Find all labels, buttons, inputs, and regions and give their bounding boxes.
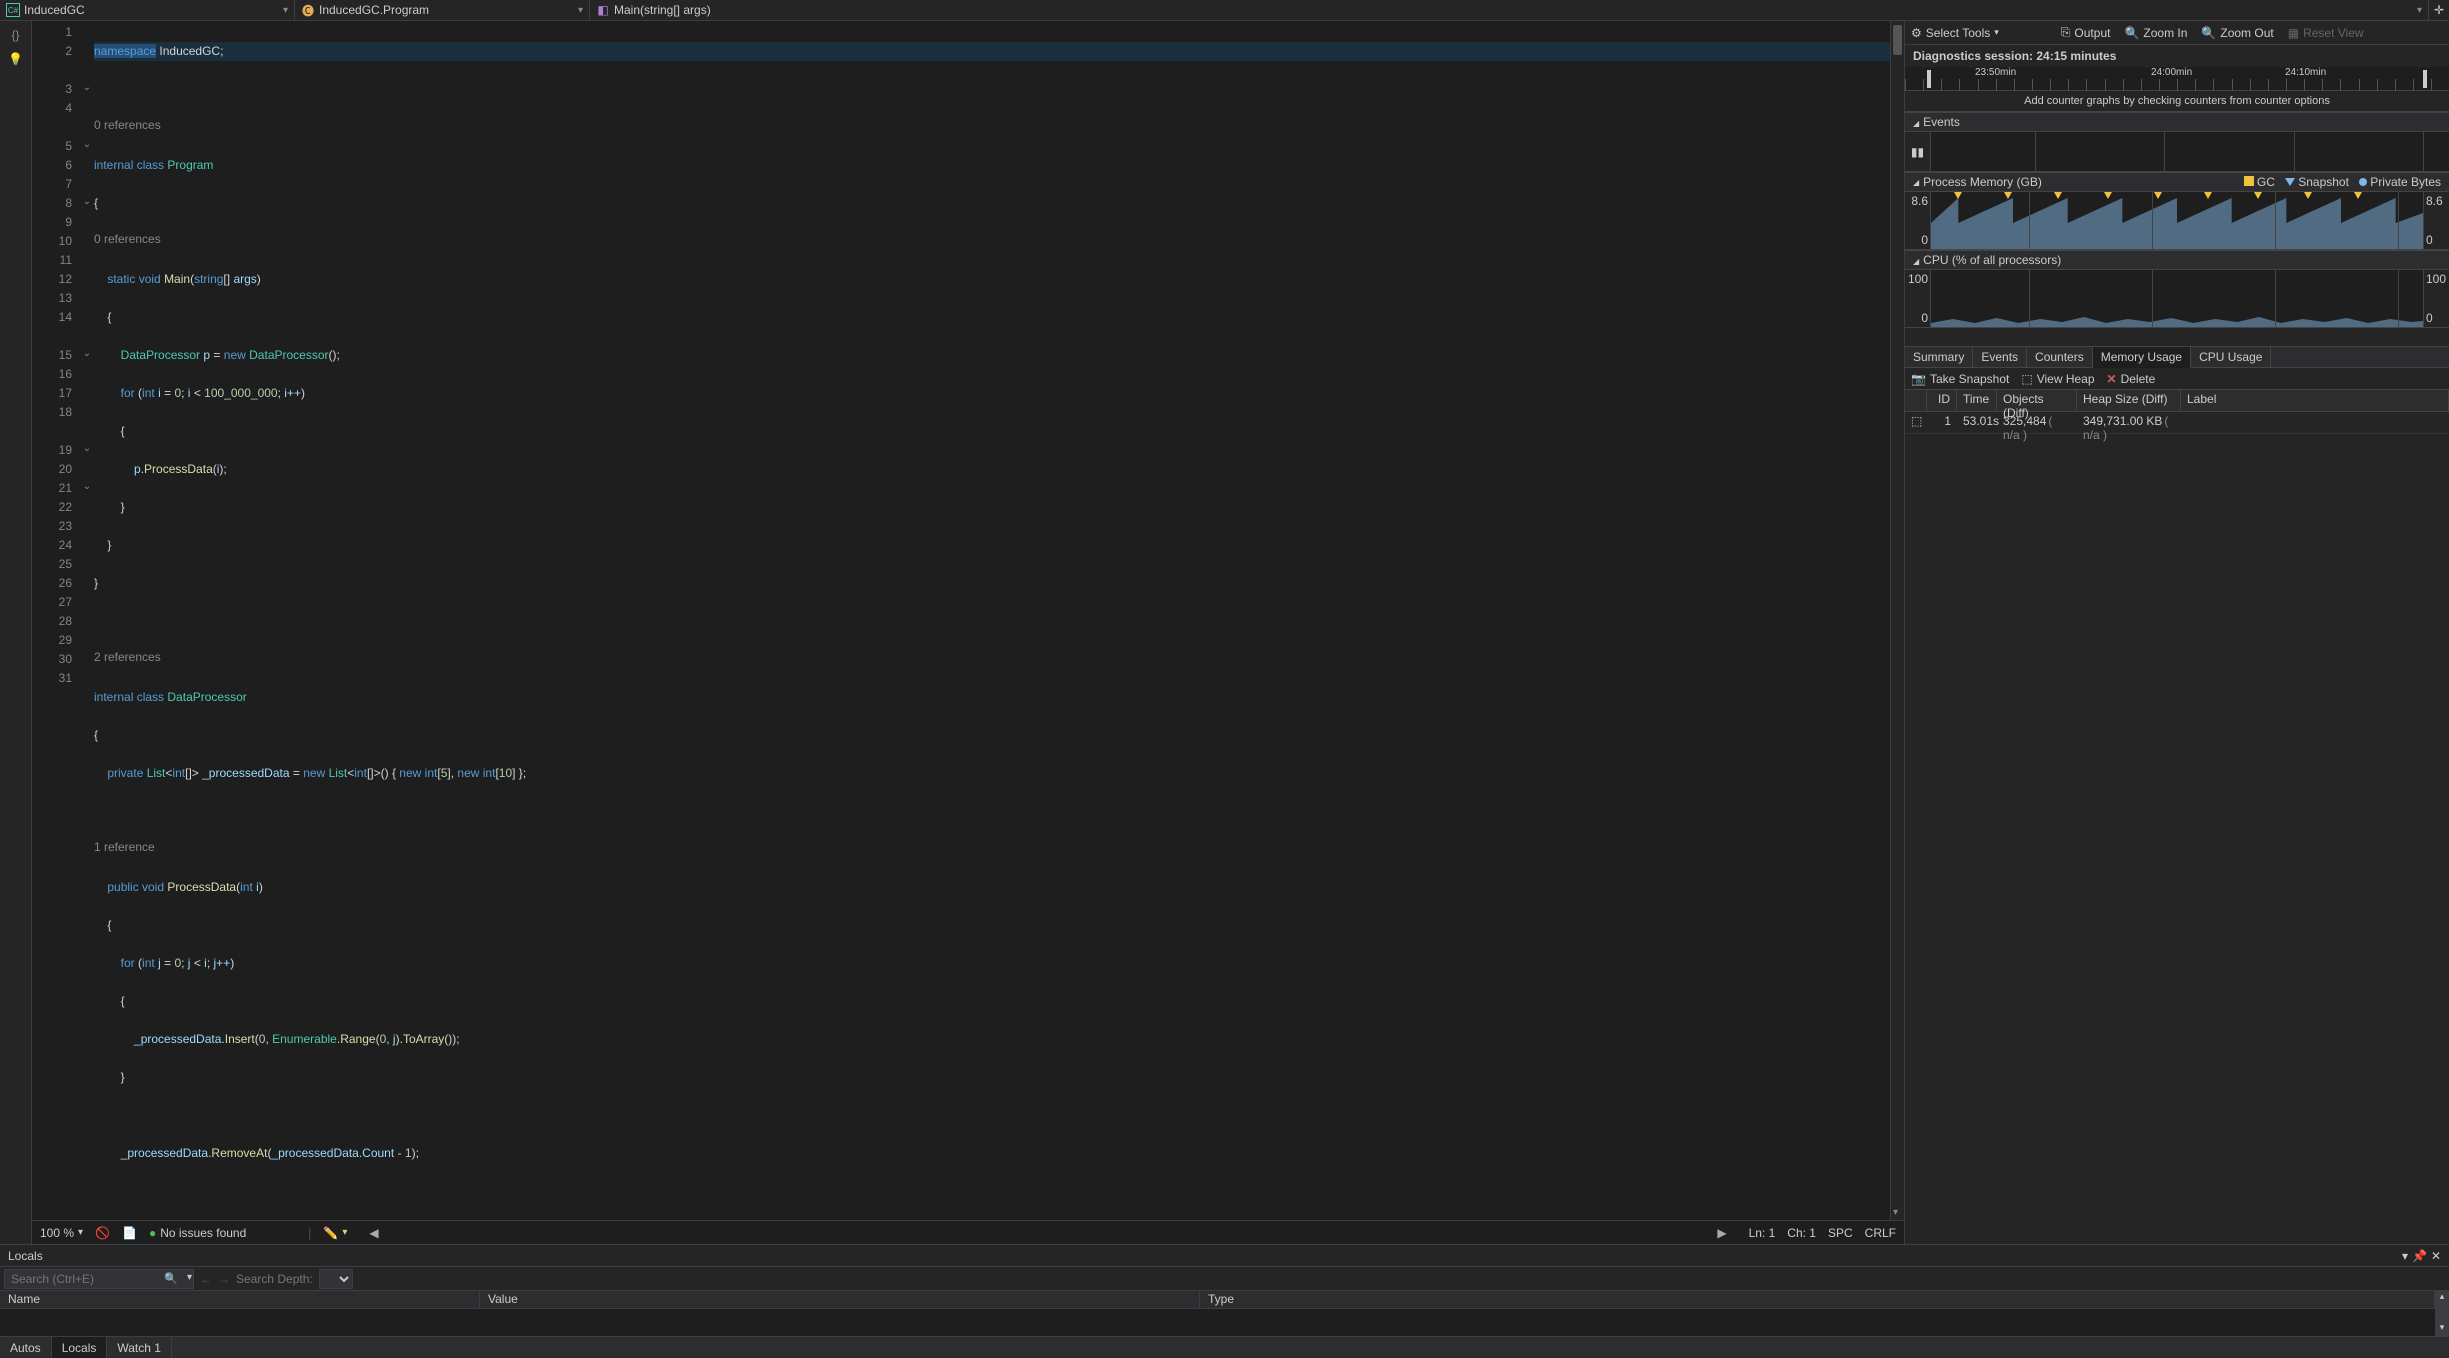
nav-method-label: Main(string[] args) <box>614 3 711 17</box>
editor-status-bar: 100 %▾ 🚫 📄 ● No issues found | ✏️▾ ◀ ▶ L… <box>32 1220 1904 1244</box>
delete-snapshot-button[interactable]: ✕Delete <box>2107 372 2156 386</box>
nav-class-dropdown[interactable]: 🅒 InducedGC.Program ▾ <box>295 0 590 20</box>
snapshot-legend-icon <box>2285 178 2295 186</box>
tab-events[interactable]: Events <box>1973 347 2027 367</box>
line-ending[interactable]: CRLF <box>1865 1226 1896 1240</box>
chevron-down-icon: ▾ <box>283 5 288 16</box>
locals-vertical-scrollbar[interactable]: ▴▾ <box>2435 1291 2449 1336</box>
events-graph[interactable] <box>1931 132 2449 171</box>
health-ok-icon: ● <box>149 1226 156 1240</box>
take-snapshot-button[interactable]: 📷Take Snapshot <box>1911 372 2009 386</box>
reset-view-button[interactable]: ▦Reset View <box>2288 26 2364 40</box>
output-button[interactable]: ⎘Output <box>2061 25 2111 40</box>
vertical-scrollbar[interactable]: ▴ ▾ <box>1890 21 1904 1220</box>
pause-icon[interactable]: ▮▮ <box>1911 145 1924 159</box>
nav-method-dropdown[interactable]: ◧ Main(string[] args) ▾ <box>590 0 2429 20</box>
zoom-in-icon: 🔍 <box>2124 26 2139 40</box>
method-icon: ◧ <box>596 3 610 17</box>
tab-watch1[interactable]: Watch 1 <box>107 1337 172 1358</box>
error-icon[interactable]: 🚫 <box>95 1226 110 1240</box>
tab-autos[interactable]: Autos <box>0 1337 52 1358</box>
chevron-down-icon: ▾ <box>578 5 583 16</box>
indent-mode[interactable]: SPC <box>1828 1226 1853 1240</box>
select-tools-button[interactable]: ⚙Select Tools▾ <box>1911 26 1999 40</box>
zoom-level[interactable]: 100 %▾ <box>40 1226 83 1240</box>
code-editor[interactable]: namespace InducedGC; 0 references intern… <box>94 21 1890 1220</box>
nav-namespace-label: InducedGC <box>24 3 85 17</box>
search-next-icon[interactable]: → <box>218 1272 230 1286</box>
events-section-header[interactable]: Events <box>1905 112 2449 132</box>
nav-prev-icon[interactable]: ◀ <box>369 1226 378 1240</box>
split-editor-button[interactable]: ✛ <box>2429 0 2449 20</box>
gc-legend-icon <box>2244 176 2254 186</box>
line-number-gutter: 1234567891011121314151617181920212223242… <box>32 21 80 1220</box>
tab-memory-usage[interactable]: Memory Usage <box>2093 347 2191 368</box>
window-dropdown-icon[interactable]: ▾ <box>2402 1249 2408 1263</box>
tab-cpu-usage[interactable]: CPU Usage <box>2191 347 2271 367</box>
camera-icon: 📷 <box>1911 372 1926 386</box>
gear-icon: ⚙ <box>1911 26 1922 40</box>
cpu-section-header[interactable]: CPU (% of all processors) <box>1905 250 2449 270</box>
locals-panel-title: Locals <box>8 1249 2402 1263</box>
bracket-colorize-icon[interactable]: {} <box>6 25 26 45</box>
timeline-ruler[interactable]: 23:50min 24:00min 24:10min <box>1905 67 2449 91</box>
quick-actions-icon[interactable]: ✏️▾ <box>323 1226 347 1240</box>
snapshot-table-header: ID Time Objects (Diff) Heap Size (Diff) … <box>1905 390 2449 412</box>
cpu-graph[interactable] <box>1931 270 2423 327</box>
delete-icon: ✕ <box>2107 372 2117 386</box>
memory-section-header[interactable]: Process Memory (GB) GC Snapshot Private … <box>1905 172 2449 192</box>
class-icon: 🅒 <box>301 3 315 17</box>
pin-icon[interactable]: 📌 <box>2412 1249 2427 1263</box>
search-dropdown-icon[interactable]: ▾ <box>187 1272 192 1283</box>
issues-label: No issues found <box>160 1226 246 1240</box>
add-counter-hint: Add counter graphs by checking counters … <box>1905 91 2449 112</box>
file-icon[interactable]: 📄 <box>122 1226 137 1240</box>
tab-counters[interactable]: Counters <box>2027 347 2093 367</box>
zoom-in-button[interactable]: 🔍Zoom In <box>2124 26 2187 40</box>
reset-icon: ▦ <box>2288 26 2299 40</box>
close-icon[interactable]: ✕ <box>2431 1249 2441 1263</box>
tab-summary[interactable]: Summary <box>1905 347 1973 367</box>
nav-class-label: InducedGC.Program <box>319 3 429 17</box>
tab-locals[interactable]: Locals <box>52 1337 108 1358</box>
fold-gutter[interactable]: ⌄⌄⌄⌄⌄⌄ <box>80 21 94 1220</box>
export-icon: ⎘ <box>2061 25 2071 40</box>
locals-table-body[interactable] <box>0 1309 2435 1336</box>
search-depth-label: Search Depth: <box>236 1272 313 1286</box>
chevron-down-icon: ▾ <box>2417 5 2422 16</box>
zoom-out-button[interactable]: 🔍Zoom Out <box>2201 26 2273 40</box>
private-bytes-legend-icon <box>2359 178 2367 186</box>
memory-graph[interactable] <box>1931 192 2423 249</box>
heap-icon: ⬚ <box>2021 372 2032 386</box>
locals-table-header: Name Value Type <box>0 1291 2435 1309</box>
session-label: Diagnostics session: 24:15 minutes <box>1905 45 2449 67</box>
cursor-col[interactable]: Ch: 1 <box>1787 1226 1816 1240</box>
nav-next-icon[interactable]: ▶ <box>1717 1226 1726 1240</box>
cursor-line[interactable]: Ln: 1 <box>1749 1226 1776 1240</box>
search-depth-select[interactable] <box>319 1269 353 1289</box>
search-icon[interactable]: 🔍 <box>164 1272 178 1285</box>
snapshot-row-icon: ⬚ <box>1905 412 1927 433</box>
snapshot-row[interactable]: ⬚ 1 53.01s 325,484( n/a ) 349,731.00 KB(… <box>1905 412 2449 434</box>
csharp-file-icon: C# <box>6 3 20 17</box>
view-heap-button[interactable]: ⬚View Heap <box>2021 372 2094 386</box>
lightbulb-icon[interactable]: 💡 <box>6 49 26 69</box>
nav-namespace-dropdown[interactable]: C# InducedGC ▾ <box>0 0 295 20</box>
zoom-out-icon: 🔍 <box>2201 26 2216 40</box>
search-prev-icon[interactable]: ← <box>200 1272 212 1286</box>
